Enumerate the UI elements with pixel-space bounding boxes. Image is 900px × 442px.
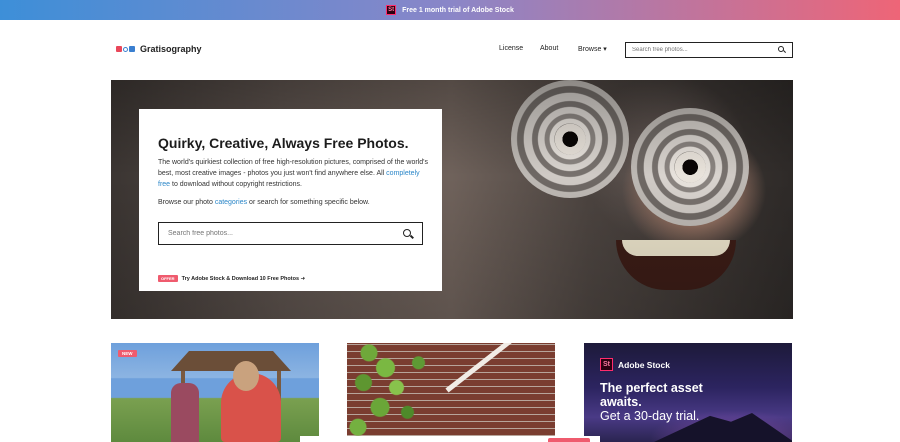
promo-banner[interactable]: St Free 1 month trial of Adobe Stock — [0, 0, 900, 20]
adobe-stock-logo: St Adobe Stock — [600, 358, 670, 371]
header-search[interactable] — [625, 42, 793, 58]
search-icon[interactable] — [778, 46, 787, 54]
categories-link[interactable]: categories — [215, 199, 247, 206]
photo-thumbnail-ivy-wall[interactable] — [347, 343, 555, 442]
offer-badge: OFFER — [158, 275, 178, 282]
gratisography-logo-icon — [116, 46, 135, 52]
promo-text[interactable]: Free 1 month trial of Adobe Stock — [402, 7, 514, 14]
adobe-stock-ad[interactable]: St Adobe Stock The perfect asset awaits.… — [584, 343, 792, 442]
site-logo[interactable]: Gratisography — [116, 44, 202, 54]
header-search-input[interactable] — [632, 47, 772, 53]
hero-title: Quirky, Creative, Always Free Photos. — [158, 135, 409, 151]
browse-text: Browse our photo categories or search fo… — [158, 199, 370, 206]
adobe-stock-icon: St — [386, 5, 397, 15]
hero-search-input[interactable] — [168, 230, 388, 237]
adobe-stock-name: Adobe Stock — [618, 359, 670, 370]
nav-about[interactable]: About — [540, 45, 558, 52]
offer-link[interactable]: OFFER Try Adobe Stock & Download 10 Free… — [158, 275, 305, 282]
offer-text[interactable]: Try Adobe Stock & Download 10 Free Photo… — [182, 276, 306, 282]
logo-text: Gratisography — [140, 44, 202, 54]
adobe-stock-icon: St — [600, 358, 613, 371]
photo-thumbnail-picnic[interactable]: NEW — [111, 343, 319, 442]
hero-card: Quirky, Creative, Always Free Photos. Th… — [139, 109, 442, 291]
bottom-popup-button[interactable] — [548, 438, 590, 442]
new-badge: NEW — [118, 350, 137, 357]
search-icon[interactable] — [403, 228, 414, 239]
nav-browse-dropdown[interactable]: Browse ▾ — [578, 45, 607, 53]
site-header: Gratisography License About Browse ▾ — [0, 20, 900, 80]
stock-headline: The perfect asset awaits. — [600, 381, 703, 409]
stock-subheadline: Get a 30-day trial. — [600, 409, 700, 423]
nav-license[interactable]: License — [499, 45, 523, 52]
hero-description: The world's quirkiest collection of free… — [158, 159, 428, 188]
hero-search[interactable] — [158, 222, 423, 245]
